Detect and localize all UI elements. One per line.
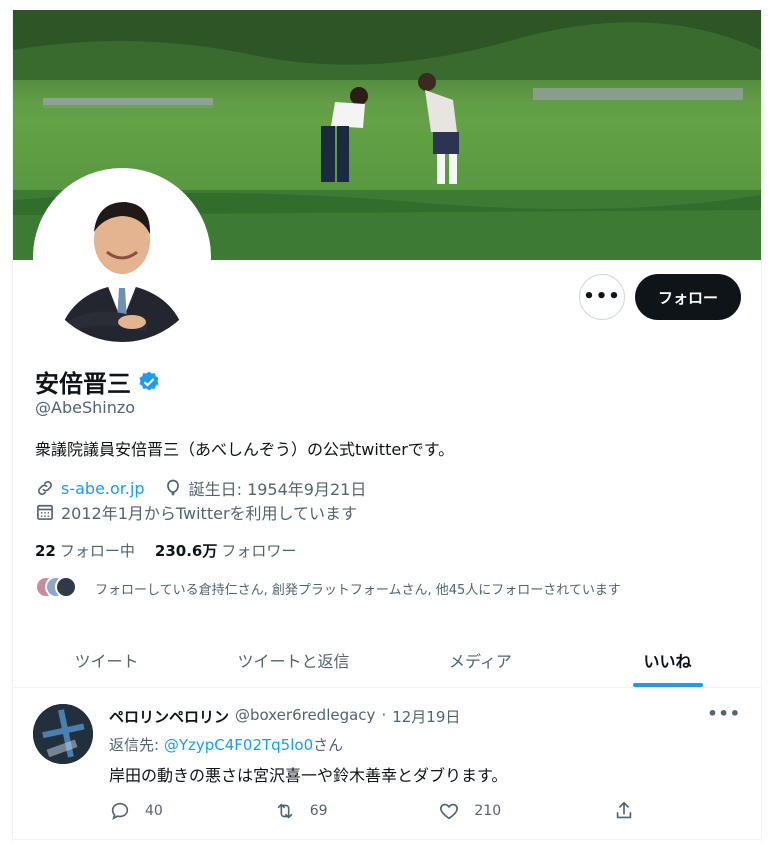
profile-meta-row-2: 2012年1月からTwitterを利用しています: [35, 500, 357, 524]
known-followers[interactable]: フォローしている倉持仁さん, 創発プラットフォームさん, 他45人にフォローされ…: [35, 576, 621, 600]
profile-name-row: 安倍晋三: [35, 364, 161, 399]
tweet-author-avatar[interactable]: [33, 704, 93, 764]
profile-frame: ••• フォロー 安倍晋三 @AbeShinzo 衆議院議員安倍晋三（あべしんぞ…: [12, 10, 762, 842]
reply-mention-link[interactable]: @YzypC4F02Tq5lo0: [164, 736, 313, 754]
more-dots-icon: •••: [583, 286, 621, 307]
tweet-text: 岸田の動きの悪さは宮沢喜一や鈴木善幸とダブります。: [109, 766, 508, 785]
calendar-icon: [37, 504, 53, 520]
tab-media[interactable]: メディア: [387, 632, 574, 687]
tweet-actions: 40 69 210: [109, 800, 649, 822]
like-count: 210: [474, 803, 502, 819]
follow-button[interactable]: フォロー: [635, 274, 741, 320]
tweet-separator: ·: [381, 706, 387, 724]
tweet-author-name[interactable]: ペロリンペロリン: [109, 706, 229, 727]
profile-name: 安倍晋三: [35, 370, 131, 398]
tweet-date[interactable]: 12月19日: [392, 706, 460, 727]
joined-text: 2012年1月からTwitterを利用しています: [61, 504, 358, 523]
tweet-item[interactable]: ペロリンペロリン @boxer6redlegacy · 12月19日 ••• 返…: [13, 690, 761, 840]
profile-handle: @AbeShinzo: [35, 398, 136, 417]
website-link[interactable]: s-abe.or.jp: [61, 479, 145, 498]
verified-badge-icon: [139, 371, 159, 390]
tab-likes[interactable]: いいね: [574, 632, 761, 687]
reply-icon: [111, 802, 129, 821]
reply-count: 40: [145, 803, 163, 819]
tweet-author-handle[interactable]: @boxer6redlegacy: [235, 706, 375, 727]
following-count-link[interactable]: 22 フォロー中: [35, 540, 135, 561]
reply-button[interactable]: 40: [109, 800, 274, 822]
active-tab-indicator: [632, 683, 703, 687]
retweet-count: 69: [309, 803, 328, 819]
profile-bio: 衆議院議員安倍晋三（あべしんぞう）の公式twitterです。: [35, 440, 455, 459]
share-button[interactable]: [613, 800, 649, 822]
like-button[interactable]: 210: [438, 800, 613, 822]
followers-count-link[interactable]: 230.6万 フォロワー: [155, 540, 296, 561]
profile-avatar[interactable]: [33, 168, 211, 346]
birthday-text: 誕生日: 1954年9月21日: [188, 480, 367, 499]
balloon-icon: [166, 479, 179, 496]
tweet-header: ペロリンペロリン @boxer6redlegacy · 12月19日: [109, 706, 460, 727]
retweet-button[interactable]: 69: [274, 800, 439, 822]
follow-counts: 22 フォロー中 230.6万 フォロワー: [35, 540, 296, 561]
retweet-icon: [277, 803, 292, 819]
tweet-reply-context: 返信先: @YzypC4F02Tq5lo0さん: [109, 736, 344, 754]
profile-meta-row-1: s-abe.or.jp 誕生日: 1954年9月21日: [35, 476, 366, 500]
more-options-button[interactable]: •••: [579, 274, 625, 320]
tab-tweets[interactable]: ツイート: [13, 632, 200, 687]
profile-tabs: ツイート ツイートと返信 メディア いいね: [13, 632, 761, 688]
tab-tweets-and-replies[interactable]: ツイートと返信: [200, 632, 387, 687]
tweet-more-icon[interactable]: •••: [707, 704, 741, 723]
link-icon: [38, 481, 52, 495]
share-icon: [616, 801, 632, 819]
follower-avatar: [55, 576, 77, 598]
heart-icon: [440, 803, 459, 820]
known-followers-text: フォローしている倉持仁さん, 創発プラットフォームさん, 他45人にフォローされ…: [95, 582, 621, 598]
known-followers-avatars: [35, 576, 87, 600]
